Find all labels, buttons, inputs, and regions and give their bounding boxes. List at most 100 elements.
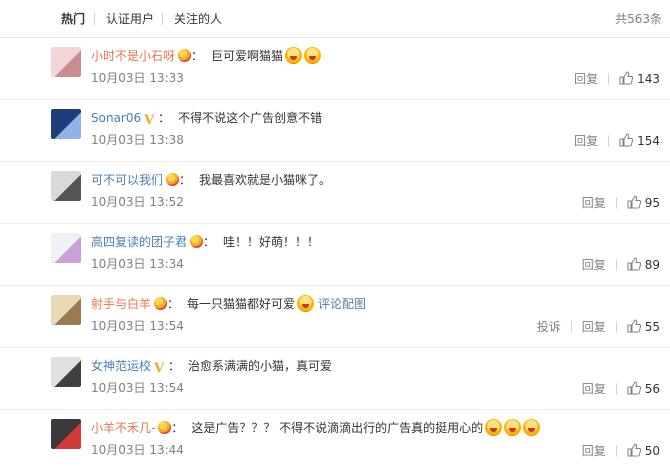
like-count: 154: [637, 134, 660, 148]
comment-body: 女神范运校 V： 治愈系满满的小猫，真可爱: [91, 357, 332, 375]
tab-divider: [94, 13, 95, 25]
action-divider: [615, 445, 617, 457]
comment-username[interactable]: 女神范运校: [91, 359, 151, 373]
comment-item: 可不可以我们 ： 我最喜欢就是小猫咪了。 10月03日 13:52 回复 95: [0, 162, 670, 224]
emoji-icon: [485, 419, 503, 436]
comment-timestamp: 10月03日 13:54: [91, 319, 184, 333]
tab-hot[interactable]: 热门: [61, 12, 85, 26]
emoji-icon: [504, 419, 522, 436]
colon: ：: [191, 49, 204, 63]
thumbs-up-icon: [619, 132, 637, 150]
comment-timestamp: 10月03日 13:54: [91, 381, 184, 395]
like-button[interactable]: 55: [627, 318, 660, 336]
avatar[interactable]: [51, 295, 81, 325]
comment-actions: 回复 143: [574, 70, 660, 88]
comment-text: 这是广告？？？ 不得不说滴滴出行的广告真的挺用心的: [191, 421, 484, 435]
comment-item: 高四复读的团子君 ： 哇！！好萌！！！ 10月03日 13:34 回复 89: [0, 224, 670, 286]
like-button[interactable]: 95: [627, 194, 660, 212]
comment-timestamp: 10月03日 13:52: [91, 195, 184, 209]
comment-username[interactable]: 小时不是小石呀: [91, 49, 175, 63]
comment-username[interactable]: Sonar06: [91, 111, 141, 125]
comment-timestamp: 10月03日 13:34: [91, 257, 184, 271]
reply-button[interactable]: 回复: [582, 382, 606, 396]
comment-actions: 回复 95: [582, 194, 660, 212]
action-divider: [608, 73, 610, 85]
comment-username[interactable]: 可不可以我们: [91, 173, 163, 187]
reply-button[interactable]: 回复: [574, 134, 598, 148]
comment-item: 女神范运校 V： 治愈系满满的小猫，真可爱 10月03日 13:54 回复 56: [0, 348, 670, 410]
action-divider: [608, 135, 610, 147]
like-count: 50: [644, 444, 660, 458]
avatar[interactable]: [51, 357, 81, 387]
reply-button[interactable]: 回复: [574, 72, 598, 86]
reply-button[interactable]: 回复: [582, 196, 606, 210]
comment-actions: 回复 56: [582, 380, 660, 398]
avatar[interactable]: [51, 233, 81, 263]
like-count: 56: [644, 382, 660, 396]
comment-timestamp: 10月03日 13:38: [91, 133, 184, 147]
colon: ：: [171, 421, 184, 435]
action-divider: [615, 383, 617, 395]
thumbs-up-icon: [619, 70, 637, 88]
thumbs-up-icon: [627, 318, 645, 336]
vip-badge-icon: [166, 173, 180, 186]
reply-button[interactable]: 回复: [582, 258, 606, 272]
thumbs-up-icon: [627, 256, 645, 274]
comment-timestamp: 10月03日 13:44: [91, 443, 184, 457]
reply-button[interactable]: 回复: [582, 444, 606, 458]
comment-item: 小羊不禾几- ： 这是广告？？？ 不得不说滴滴出行的广告真的挺用心的 10月03日 1…: [0, 410, 670, 466]
thumbs-up-icon: [627, 194, 645, 212]
action-divider: [615, 259, 617, 271]
tab-verified-users[interactable]: 认证用户: [106, 12, 154, 26]
comment-total-count: 共563条: [615, 12, 662, 26]
comment-username[interactable]: 小羊不禾几-: [91, 421, 155, 435]
comment-body: 小羊不禾几- ： 这是广告？？？ 不得不说滴滴出行的广告真的挺用心的: [91, 419, 541, 437]
verified-v-icon: V: [154, 361, 165, 376]
comment-actions: 回复 50: [582, 442, 660, 460]
like-count: 143: [637, 72, 660, 86]
thumbs-up-icon: [627, 442, 645, 460]
comment-image-link[interactable]: 评论配图: [318, 297, 366, 311]
avatar[interactable]: [51, 419, 81, 449]
action-divider: [615, 197, 617, 209]
avatar[interactable]: [51, 47, 81, 77]
comment-body: 高四复读的团子君 ： 哇！！好萌！！！: [91, 233, 319, 251]
comment-filter-tabs: 热门 认证用户 关注的人 共563条: [0, 0, 670, 38]
like-count: 89: [644, 258, 660, 272]
like-button[interactable]: 89: [627, 256, 660, 274]
comment-item: 小时不是小石呀 ： 巨可爱啊猫猫 10月03日 13:33 回复 143: [0, 38, 670, 100]
like-button[interactable]: 56: [627, 380, 660, 398]
comment-text: 巨可爱啊猫猫: [211, 49, 284, 63]
emoji-icon: [304, 47, 322, 64]
action-divider: [615, 321, 617, 333]
like-count: 95: [644, 196, 660, 210]
colon: ：: [158, 111, 171, 125]
tab-following[interactable]: 关注的人: [174, 12, 222, 26]
report-button[interactable]: 投诉: [537, 320, 561, 334]
comment-item: Sonar06 V： 不得不说这个广告创意不错 10月03日 13:38 回复 154: [0, 100, 670, 162]
comment-actions: 回复 154: [574, 132, 660, 150]
comment-text: 我最喜欢就是小猫咪了。: [199, 173, 332, 187]
emoji-icon: [285, 47, 303, 64]
like-button[interactable]: 154: [619, 132, 660, 150]
verified-v-icon: V: [144, 113, 155, 128]
vip-badge-icon: [158, 421, 172, 434]
comment-actions: 回复 89: [582, 256, 660, 274]
vip-badge-icon: [178, 49, 192, 62]
like-button[interactable]: 50: [627, 442, 660, 460]
comment-body: Sonar06 V： 不得不说这个广告创意不错: [91, 109, 322, 127]
like-count: 55: [644, 320, 660, 334]
comment-body: 小时不是小石呀 ： 巨可爱啊猫猫: [91, 47, 322, 65]
colon: ：: [167, 297, 180, 311]
vip-badge-icon: [190, 235, 204, 248]
tab-divider: [162, 13, 163, 25]
comment-username[interactable]: 射手与白羊: [91, 297, 151, 311]
comment-username[interactable]: 高四复读的团子君: [91, 235, 187, 249]
avatar[interactable]: [51, 109, 81, 139]
comment-text: 不得不说这个广告创意不错: [178, 111, 323, 125]
reply-button[interactable]: 回复: [582, 320, 606, 334]
like-button[interactable]: 143: [619, 70, 660, 88]
thumbs-up-icon: [627, 380, 645, 398]
avatar[interactable]: [51, 171, 81, 201]
emoji-icon: [523, 419, 541, 436]
